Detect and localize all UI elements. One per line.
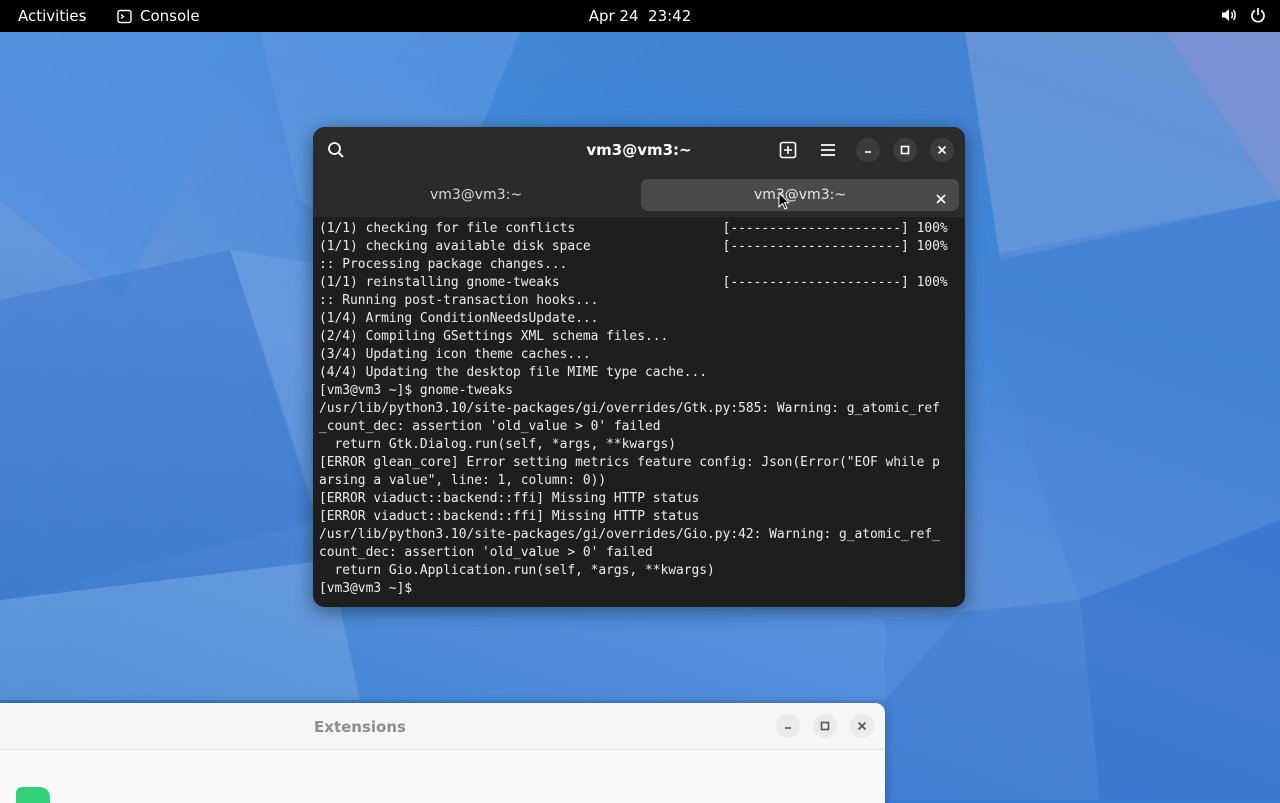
minimize-icon (863, 145, 873, 155)
tab-1[interactable]: vm3@vm3:~ (319, 179, 633, 211)
main-menu-button[interactable] (816, 138, 840, 162)
console-icon (117, 9, 132, 24)
volume-icon[interactable] (1220, 7, 1238, 23)
app-name: Console (140, 7, 200, 25)
hamburger-menu-icon (820, 143, 836, 157)
power-icon[interactable] (1250, 7, 1266, 23)
extensions-maximize-button[interactable] (813, 714, 837, 738)
terminal-header-bar: vm3@vm3:~ (313, 127, 965, 173)
tab-2[interactable]: vm3@vm3:~ (641, 179, 959, 211)
top-bar: Activities Console Apr 24 23:42 (0, 0, 1280, 32)
terminal-output-area[interactable]: (1/1) checking for file conflicts [-----… (313, 217, 965, 607)
minimize-icon (783, 721, 793, 731)
extensions-logo-icon (16, 787, 50, 803)
extensions-minimize-button[interactable] (776, 714, 800, 738)
system-tray[interactable] (1220, 7, 1266, 23)
extensions-header-bar: Extensions (0, 703, 885, 750)
close-icon (857, 721, 867, 731)
clock-button[interactable]: Apr 24 23:42 (589, 7, 692, 25)
close-button[interactable] (930, 138, 954, 162)
tab-bar: vm3@vm3:~ vm3@vm3:~ (313, 173, 965, 217)
close-icon (937, 145, 947, 155)
maximize-button[interactable] (893, 138, 917, 162)
tab-label: vm3@vm3:~ (753, 187, 847, 203)
mouse-cursor-icon (778, 191, 791, 214)
minimize-button[interactable] (856, 138, 880, 162)
app-menu-button[interactable]: Console (117, 7, 200, 25)
terminal-window: vm3@vm3:~ vm3@vm3:~ vm3@vm3:~ (1/1) chec… (313, 127, 965, 607)
tab-label: vm3@vm3:~ (429, 187, 523, 203)
maximize-icon (900, 145, 910, 155)
maximize-icon (820, 721, 830, 731)
terminal-output: (1/1) checking for file conflicts [-----… (319, 221, 948, 596)
extensions-close-button[interactable] (850, 714, 874, 738)
extensions-window: Extensions (0, 703, 885, 803)
new-tab-button[interactable] (776, 138, 800, 162)
activities-button[interactable]: Activities (18, 7, 86, 25)
tab-close-icon[interactable] (933, 187, 949, 204)
new-tab-icon (779, 141, 797, 159)
search-icon (327, 141, 345, 159)
extensions-title: Extensions (314, 718, 406, 736)
search-button[interactable] (324, 138, 348, 162)
